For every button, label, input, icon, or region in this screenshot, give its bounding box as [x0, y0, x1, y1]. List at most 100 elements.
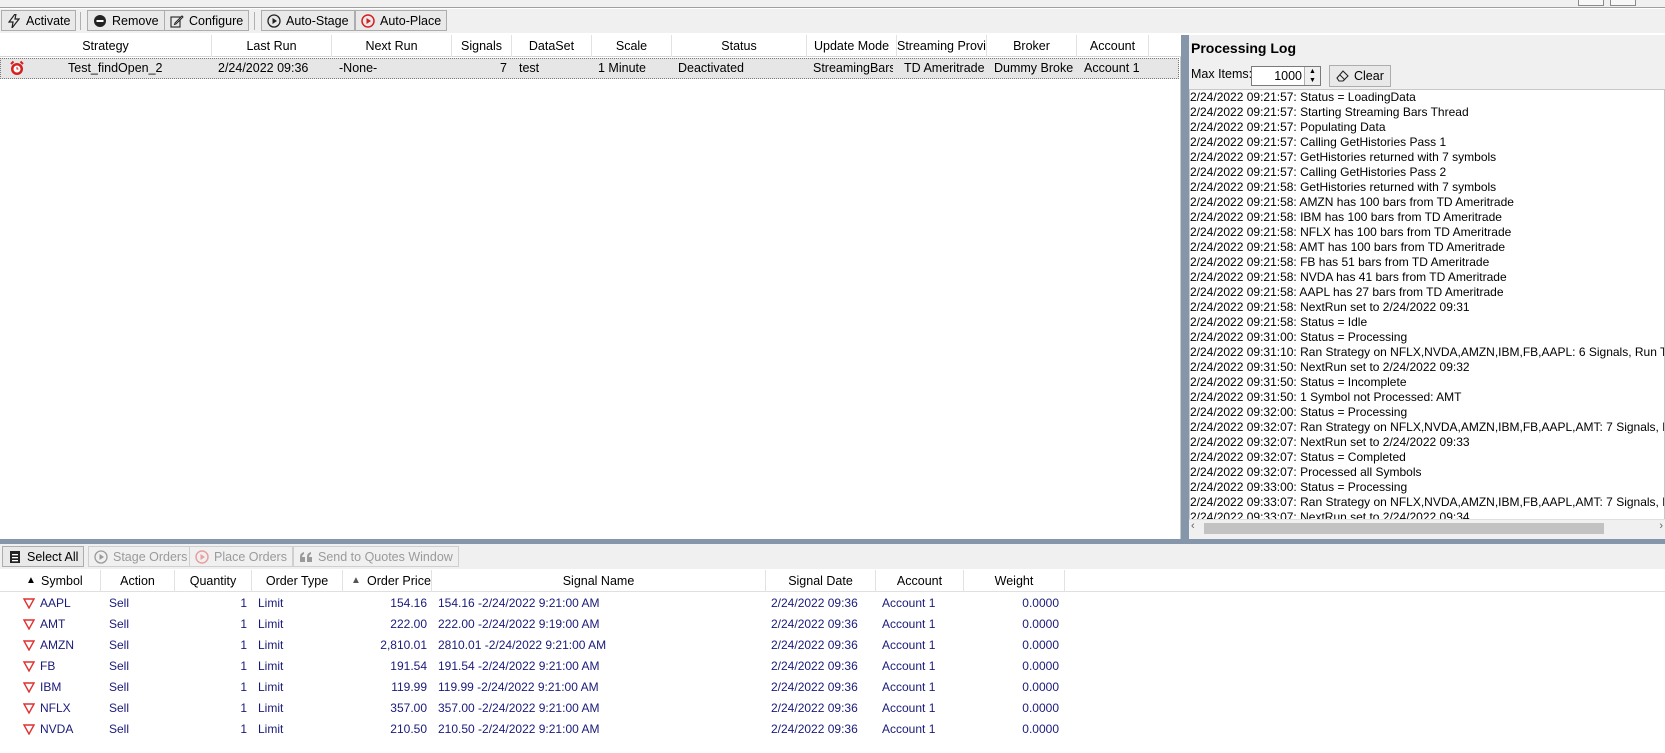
processing-log-list[interactable]: 2/24/2022 09:21:57: Status = LoadingData… — [1189, 89, 1665, 533]
cell-signal-name: 119.99 -2/24/2022 9:21:00 AM — [438, 680, 599, 694]
log-line: 2/24/2022 09:21:58: GetHistories returne… — [1190, 180, 1497, 194]
cell-account: Account 1 — [882, 701, 936, 715]
order-row[interactable]: FB Sell 1 Limit 191.54 191.54 -2/24/2022 9:21… — [0, 656, 1665, 677]
cell-weight: 0.0000 — [1022, 638, 1059, 652]
cell-symbol: AMT — [40, 617, 66, 631]
order-row[interactable]: NVDA Sell 1 Limit 210.50 210.50 -2/24/2022 9:… — [0, 719, 1665, 740]
stage-orders-label: Stage Orders — [113, 549, 188, 564]
column-header-order-type[interactable]: Order Type — [252, 570, 343, 592]
activate-button[interactable]: Activate — [1, 10, 77, 31]
scrollbar-thumb[interactable] — [1204, 523, 1604, 534]
log-line: 2/24/2022 09:21:57: GetHistories returne… — [1190, 150, 1497, 164]
scroll-left-icon[interactable]: ‹ — [1191, 520, 1195, 532]
column-header-signal-date[interactable]: Signal Date — [766, 570, 876, 592]
auto-stage-label: Auto-Stage — [286, 13, 349, 28]
spinner-down-icon[interactable]: ▼ — [1304, 76, 1320, 85]
column-header-order-price[interactable]: ▲ Order Price — [343, 570, 432, 592]
cell-action: Sell — [109, 722, 130, 736]
cell-order-type: Limit — [258, 680, 284, 694]
alarm-clock-icon — [9, 60, 25, 79]
play-circle-icon — [267, 13, 281, 28]
auto-stage-button[interactable]: Auto-Stage — [261, 10, 355, 31]
column-header-symbol[interactable]: ▲ Symbol — [0, 570, 101, 592]
cell-quantity: 1 — [240, 722, 247, 736]
max-items-spinner[interactable]: 1000 ▲ ▼ — [1251, 66, 1321, 86]
orders-grid: ▲ Symbol Action Quantity Order Type ▲ Or… — [0, 570, 1665, 753]
configure-button[interactable]: Configure — [164, 10, 250, 31]
play-circle-red-icon — [361, 13, 375, 28]
order-row[interactable]: IBM Sell 1 Limit 119.99 119.99 -2/24/2022 9:2… — [0, 677, 1665, 698]
cell-order-type: Limit — [258, 617, 284, 631]
cell-dataset: test — [519, 61, 540, 75]
cell-order-price: 222.00 — [390, 617, 427, 631]
log-line: 2/24/2022 09:21:58: IBM has 100 bars fro… — [1190, 210, 1502, 224]
cell-symbol: AAPL — [40, 596, 71, 610]
column-header-status[interactable]: Status — [672, 35, 807, 57]
clear-label: Clear — [1354, 69, 1384, 83]
column-header-next-run[interactable]: Next Run — [332, 35, 452, 57]
cell-account: Account 1 — [882, 680, 936, 694]
window-top-strip — [0, 0, 1665, 8]
column-header-streaming-provider[interactable]: Streaming Provic — [897, 35, 987, 57]
order-row[interactable]: AAPL Sell 1 Limit 154.16 154.16 -2/24/2022 9:… — [0, 593, 1665, 614]
select-all-label: Select All — [27, 549, 79, 564]
quote-icon — [299, 550, 313, 564]
sell-down-triangle-icon — [22, 724, 36, 736]
play-circle-icon — [94, 549, 108, 564]
spinner-up-icon[interactable]: ▲ — [1304, 67, 1320, 76]
cell-account: Account 1 — [882, 638, 936, 652]
cell-quantity: 1 — [240, 596, 247, 610]
column-header-quantity[interactable]: Quantity — [175, 570, 252, 592]
cell-last-run: 2/24/2022 09:36 — [218, 61, 309, 75]
window-control-button[interactable] — [1578, 0, 1604, 6]
log-line: 2/24/2022 09:31:10: Ran Strategy on NFLX… — [1190, 345, 1665, 359]
column-header-dataset[interactable]: DataSet — [512, 35, 592, 57]
cell-quantity: 1 — [240, 638, 247, 652]
vertical-splitter[interactable] — [1181, 35, 1189, 539]
cell-quantity: 1 — [240, 659, 247, 673]
cell-account: Account 1 — [882, 722, 936, 736]
column-header-account[interactable]: Account — [1077, 35, 1149, 57]
log-line: 2/24/2022 09:31:50: 1 Symbol not Process… — [1190, 390, 1462, 404]
cell-quantity: 1 — [240, 617, 247, 631]
column-header-weight[interactable]: Weight — [964, 570, 1065, 592]
column-header-broker[interactable]: Broker — [987, 35, 1077, 57]
log-line: 2/24/2022 09:21:58: NVDA has 41 bars fro… — [1190, 270, 1507, 284]
clear-log-button[interactable]: Clear — [1329, 65, 1391, 87]
column-header-scale[interactable]: Scale — [592, 35, 672, 57]
place-orders-button[interactable]: Place Orders — [189, 546, 293, 567]
scroll-right-icon[interactable]: › — [1659, 520, 1663, 532]
remove-button[interactable]: Remove — [87, 10, 165, 31]
column-header-action[interactable]: Action — [101, 570, 175, 592]
order-row[interactable]: NFLX Sell 1 Limit 357.00 357.00 -2/24/2022 9:… — [0, 698, 1665, 719]
column-header-last-run[interactable]: Last Run — [212, 35, 332, 57]
sort-ascending-icon: ▲ — [26, 575, 36, 586]
log-line: 2/24/2022 09:33:07: Ran Strategy on NFLX… — [1190, 495, 1665, 509]
window-control-button[interactable] — [1610, 0, 1636, 6]
log-line: 2/24/2022 09:21:57: Calling GetHistories… — [1190, 135, 1447, 149]
list-icon — [8, 550, 22, 564]
strategy-row[interactable]: Test_findOpen_2 2/24/2022 09:36 -None- 7… — [0, 58, 1179, 79]
orders-grid-header: ▲ Symbol Action Quantity Order Type ▲ Or… — [0, 570, 1665, 592]
log-horizontal-scrollbar[interactable]: ‹ › — [1189, 519, 1665, 535]
select-all-button[interactable]: Select All — [2, 546, 85, 567]
cell-order-price: 154.16 — [390, 596, 427, 610]
column-header-update-mode[interactable]: Update Mode — [807, 35, 897, 57]
cell-action: Sell — [109, 680, 130, 694]
order-row[interactable]: AMT Sell 1 Limit 222.00 222.00 -2/24/2022 9:1… — [0, 614, 1665, 635]
auto-place-button[interactable]: Auto-Place — [355, 10, 448, 31]
stage-orders-button[interactable]: Stage Orders — [88, 546, 194, 567]
column-header-strategy[interactable]: Strategy — [0, 35, 212, 57]
column-header-account[interactable]: Account — [876, 570, 964, 592]
orders-toolbar: Select All Stage Orders Place Orders Sen… — [0, 544, 1665, 569]
sell-down-triangle-icon — [22, 598, 36, 610]
log-line: 2/24/2022 09:21:57: Populating Data — [1190, 120, 1386, 134]
send-to-quotes-button[interactable]: Send to Quotes Window — [293, 546, 459, 567]
column-header-signal-name[interactable]: Signal Name — [432, 570, 766, 592]
cell-weight: 0.0000 — [1022, 680, 1059, 694]
column-header-signals[interactable]: Signals — [452, 35, 512, 57]
log-line: 2/24/2022 09:32:07: Processed all Symbol… — [1190, 465, 1422, 479]
order-row[interactable]: AMZN Sell 1 Limit 2,810.01 2810.01 -2/24/2022… — [0, 635, 1665, 656]
log-line: 2/24/2022 09:21:57: Calling GetHistories… — [1190, 165, 1447, 179]
cell-streaming-provider: TD Ameritrade — [904, 61, 985, 75]
